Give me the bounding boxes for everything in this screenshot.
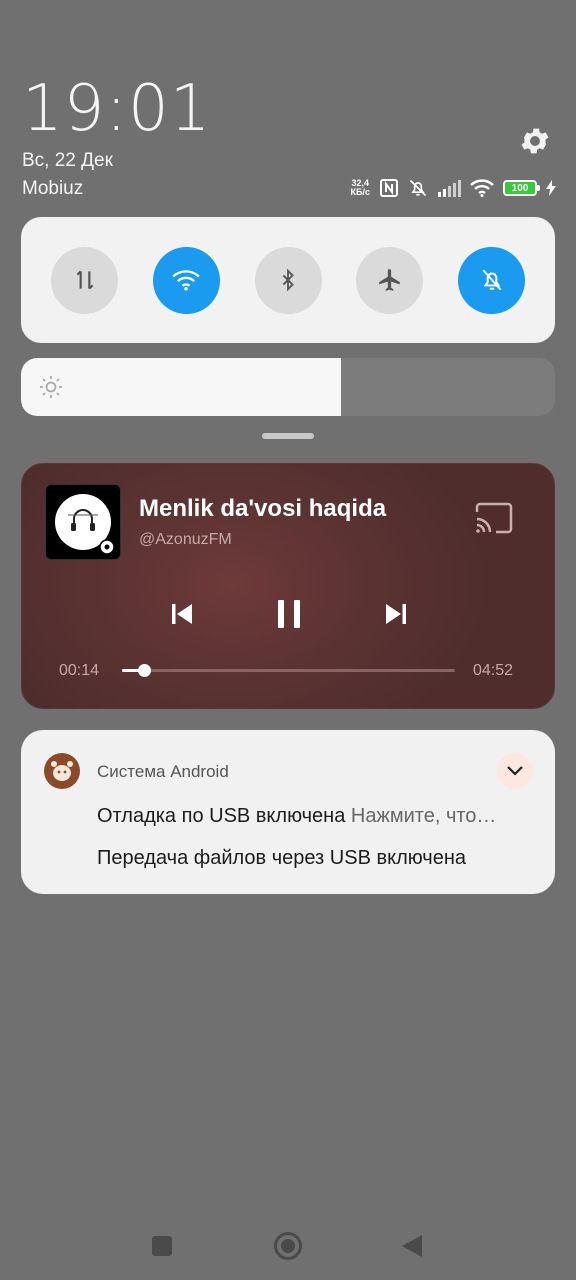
network-speed: 32,4 КБ/с <box>351 179 370 197</box>
notification-usb-debugging[interactable]: Отладка по USB включена Нажмите, что… <box>97 805 537 828</box>
bell-off-icon <box>409 179 427 197</box>
total-duration: 04:52 <box>473 662 514 679</box>
media-player-card[interactable]: Menlik da'vosi haqida @AzonuzFM 00:14 04… <box>21 463 555 709</box>
quick-toggles-panel <box>21 217 555 343</box>
chevron-down-icon <box>507 766 523 776</box>
navigation-bar <box>0 1216 576 1276</box>
lightning-icon <box>546 180 556 196</box>
toggle-silent-mode[interactable] <box>458 246 525 314</box>
notification-detail: Нажмите, что… <box>350 805 497 827</box>
brightness-slider[interactable] <box>21 358 555 416</box>
wifi-icon <box>172 270 200 291</box>
track-title: Menlik da'vosi haqida <box>139 495 387 522</box>
data-arrows-icon <box>76 270 93 290</box>
gear-icon[interactable] <box>518 124 552 158</box>
back-button[interactable] <box>390 1224 434 1268</box>
album-art <box>45 484 121 560</box>
home-button[interactable] <box>266 1224 310 1268</box>
album-art-image <box>55 494 115 555</box>
pause-icon <box>278 600 300 628</box>
bell-off-icon <box>482 269 501 291</box>
toggle-wifi[interactable] <box>152 246 220 314</box>
back-triangle-icon <box>402 1235 422 1257</box>
brightness-fill <box>21 358 342 416</box>
clock[interactable]: 19:01 <box>22 72 211 146</box>
android-system-app-icon <box>44 753 80 789</box>
nfc-icon <box>380 179 398 197</box>
recents-button[interactable] <box>140 1224 184 1268</box>
skip-previous-icon <box>172 604 192 624</box>
carrier-name: Mobiuz <box>22 178 84 199</box>
toggle-airplane-mode[interactable] <box>356 246 424 314</box>
toggle-bluetooth[interactable] <box>254 246 322 314</box>
airplane-icon <box>378 269 400 291</box>
notification-usb-file-transfer[interactable]: Передача файлов через USB включена <box>97 847 466 870</box>
track-artist: @AzonuzFM <box>139 531 232 548</box>
battery-indicator: 100 <box>503 180 540 196</box>
elapsed-time: 00:14 <box>59 662 100 679</box>
skip-next-icon <box>386 604 406 624</box>
bluetooth-icon <box>282 268 294 292</box>
home-circle-icon <box>274 1232 302 1260</box>
sun-icon <box>40 376 62 398</box>
notification-title: Отладка по USB включена <box>97 805 346 827</box>
previous-track-button[interactable] <box>162 594 202 634</box>
seek-bar-thumb[interactable] <box>137 664 151 677</box>
cast-icon[interactable] <box>474 502 514 534</box>
notification-app-name: Система Android <box>97 762 229 781</box>
next-track-button[interactable] <box>376 594 416 634</box>
network-speed-unit: КБ/с <box>350 187 370 197</box>
status-icons: 32,4 КБ/с 100 <box>351 176 556 200</box>
date[interactable]: Вс, 22 Дек <box>22 150 113 172</box>
android-bug-icon <box>51 761 73 781</box>
wifi-icon <box>470 179 494 197</box>
panel-drag-handle[interactable] <box>262 433 314 439</box>
expand-notification-button[interactable] <box>497 753 533 789</box>
seek-bar[interactable] <box>122 664 455 677</box>
signal-icon <box>438 180 461 197</box>
square-icon <box>152 1236 172 1256</box>
notification-card[interactable]: Система Android Отладка по USB включена … <box>21 730 555 894</box>
toggle-mobile-data[interactable] <box>51 246 118 314</box>
pause-button[interactable] <box>267 592 311 636</box>
